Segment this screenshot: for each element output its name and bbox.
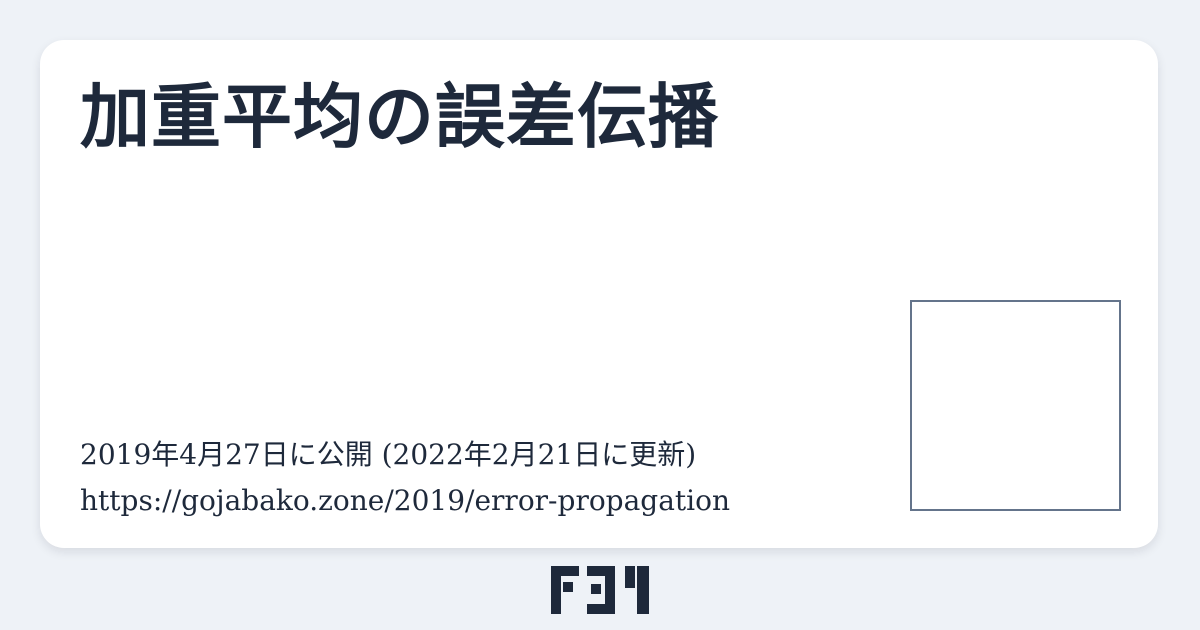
thumbnail-placeholder: [910, 300, 1121, 511]
link-card[interactable]: 加重平均の誤差伝播 2019年4月27日に公開 (2022年2月21日に更新) …: [40, 40, 1158, 548]
bracket-logo-icon: [551, 566, 649, 614]
publish-dates: 2019年4月27日に公開 (2022年2月21日に更新): [80, 438, 697, 471]
page-url[interactable]: https://gojabako.zone/2019/error-propaga…: [80, 478, 730, 524]
page-title: 加重平均の誤差伝播: [80, 75, 719, 158]
card-meta: 2019年4月27日に公開 (2022年2月21日に更新) https://go…: [80, 432, 730, 524]
